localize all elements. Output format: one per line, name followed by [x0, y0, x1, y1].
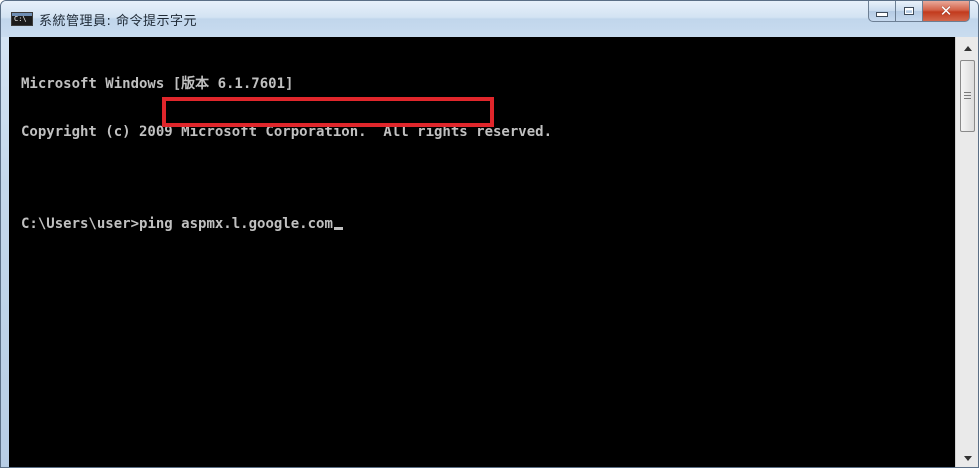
caption-buttons: ✕ [868, 1, 970, 23]
console-line-version: Microsoft Windows [版本 6.1.7601] [21, 76, 294, 92]
arrow-up-icon [964, 45, 972, 51]
title-bar[interactable]: C:\ 系統管理員: 命令提示字元 ✕ [1, 1, 978, 37]
close-button[interactable]: ✕ [923, 1, 970, 22]
close-icon: ✕ [939, 1, 953, 20]
maximize-button[interactable] [896, 1, 923, 22]
command-prompt-window: C:\ 系統管理員: 命令提示字元 ✕ Microsoft Windows [版… [0, 0, 979, 468]
minimize-button[interactable] [868, 1, 896, 22]
scroll-down-button[interactable] [960, 450, 976, 466]
arrow-down-icon [964, 455, 972, 461]
minimize-icon [876, 12, 888, 17]
command-line: C:\Users\user>ping aspmx.l.google.com [21, 216, 552, 232]
console-text: Microsoft Windows [版本 6.1.7601] Copyrigh… [21, 44, 552, 264]
typed-command[interactable]: ping aspmx.l.google.com [139, 216, 333, 232]
command-prompt: C:\Users\user> [21, 216, 140, 232]
scroll-thumb[interactable] [960, 60, 975, 132]
cmd-icon-label: C:\ [14, 15, 27, 23]
cmd-icon[interactable]: C:\ [11, 12, 33, 26]
window-title: 系統管理員: 命令提示字元 [39, 14, 198, 29]
scroll-up-button[interactable] [960, 40, 976, 56]
maximize-icon [904, 7, 914, 15]
vertical-scrollbar[interactable] [955, 37, 978, 467]
command-highlight-box [162, 97, 494, 127]
text-cursor [333, 227, 343, 230]
